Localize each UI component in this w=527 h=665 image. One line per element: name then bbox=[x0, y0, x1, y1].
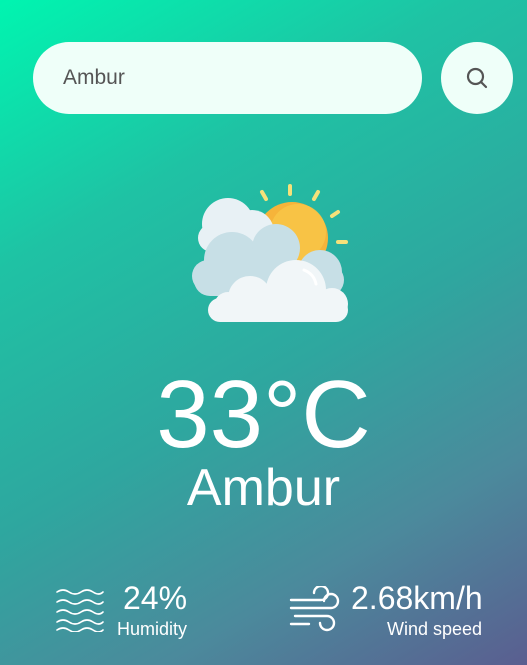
wind-value: 2.68km/h bbox=[351, 580, 483, 616]
wind-label: Wind speed bbox=[387, 619, 483, 639]
weather-card: 33°C Ambur 24% Humidity 2.68km/h Wind sp… bbox=[0, 0, 527, 665]
partly-cloudy-sun-icon bbox=[192, 184, 348, 322]
city-name: Ambur bbox=[186, 459, 341, 517]
search-icon bbox=[466, 67, 488, 89]
humidity-label: Humidity bbox=[117, 619, 188, 639]
waves-icon bbox=[56, 589, 104, 632]
wind-detail: 2.68km/h Wind speed bbox=[289, 580, 499, 640]
search-button[interactable] bbox=[441, 42, 513, 114]
search-bar bbox=[33, 42, 422, 114]
humidity-detail: 24% Humidity bbox=[55, 580, 215, 640]
temperature: 33°C bbox=[156, 361, 371, 468]
humidity-value: 24% bbox=[123, 580, 188, 616]
wind-icon bbox=[289, 586, 340, 632]
search-input[interactable] bbox=[33, 42, 422, 114]
